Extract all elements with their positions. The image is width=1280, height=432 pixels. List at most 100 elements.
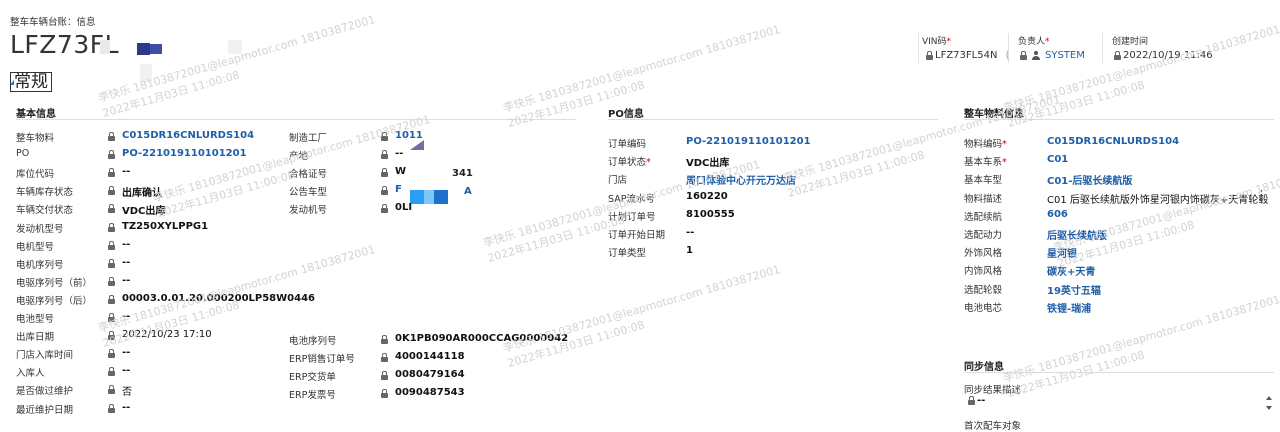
redaction-block (140, 64, 152, 82)
material-field-label: 物料编码* (964, 139, 1007, 150)
po-field-label: SAP流水号 (608, 193, 655, 205)
po-field-label: 订单状态* (608, 157, 651, 169)
material-field-value[interactable]: 铁锂-瑞浦 (1047, 300, 1091, 315)
redaction-block (100, 40, 110, 54)
lock-icon (108, 403, 115, 413)
lock-icon (108, 150, 115, 160)
basic-right-lower-field-label: ERP销售订单号 (289, 354, 355, 366)
lock-icon (381, 353, 388, 363)
basic-left-field-label: 车辆交付状态 (16, 205, 74, 217)
po-field-value: 8100555 (686, 208, 735, 220)
scroll-up-icon[interactable] (1266, 396, 1272, 400)
lock-icon (108, 294, 115, 304)
basic-left-field-label: 库位代码 (16, 169, 55, 181)
basic-right-field-label: 合格证号 (289, 169, 328, 181)
basic-left-field-label: 发动机型号 (16, 223, 64, 235)
basic-left-field-value: 00003.0.01.20.000200LP58W0446 (122, 292, 316, 304)
lock-icon (108, 240, 115, 250)
material-field-label: 电池电芯 (964, 302, 1003, 314)
basic-right-field-value: -- (395, 148, 404, 160)
basic-right-field-value: 0LI (395, 202, 413, 214)
header-separator (1102, 33, 1103, 63)
basic-left-field-value: -- (122, 238, 131, 250)
lock-icon (1114, 51, 1121, 60)
basic-left-field-value: -- (122, 365, 131, 377)
user-icon (1032, 51, 1040, 60)
watermark: 李快乐 18103872001@leapmotor.com 1810387200… (1001, 292, 1280, 401)
basic-left-field-value: -- (122, 401, 131, 413)
basic-left-field-value: TZ250XYLPPG1 (122, 220, 209, 232)
basic-right-lower-field-value: 0K1PB090AR000CCAG0000042 (395, 333, 569, 344)
section-divider (608, 119, 938, 120)
lock-icon (108, 367, 115, 377)
material-field-value[interactable]: C01 (1047, 154, 1068, 165)
redaction-block (410, 190, 424, 204)
basic-right-field-label: 发动机号 (289, 205, 328, 217)
material-field-label: 选配动力 (964, 230, 1003, 241)
basic-right-lower-field-value: 0080479164 (395, 369, 465, 381)
sync-result-label: 同步结果描述 (964, 385, 1022, 396)
header-vin-label: VIN码* (922, 37, 952, 47)
material-field-label: 物料描述 (964, 193, 1003, 205)
lock-icon (968, 396, 975, 405)
redaction-block (228, 40, 242, 54)
po-field-label: 计划订单号 (608, 211, 656, 223)
material-field-value[interactable]: C01-后驱长续航版 (1047, 172, 1132, 187)
basic-right-field-label: 公告车型 (289, 187, 328, 199)
basic-left-field-label: 整车物料 (16, 133, 55, 144)
po-field-label: 订单编码 (608, 139, 647, 150)
po-field-value[interactable]: PO-221019110101201 (686, 136, 811, 147)
basic-right-lower-field-value: 0090487543 (395, 387, 465, 399)
po-field-value: 160220 (686, 190, 728, 202)
basic-right-lower-field-label: ERP发票号 (289, 390, 336, 402)
section-title-sync: 同步信息 (964, 362, 1004, 373)
lock-icon (381, 335, 388, 344)
tab-general[interactable]: 常规 (10, 72, 52, 92)
lock-icon (108, 204, 115, 214)
basic-right-field-value[interactable]: F (395, 184, 402, 195)
material-field-label: 基本车型 (964, 175, 1003, 187)
header-owner-value[interactable]: SYSTEM (1020, 50, 1085, 61)
basic-right-field-value[interactable]: 1011 (395, 130, 423, 141)
lock-icon (381, 204, 388, 214)
basic-left-field-label: 电驱序列号（前） (16, 277, 93, 289)
material-field-value[interactable]: 星河银 (1047, 245, 1077, 260)
material-field-label: 基本车系* (964, 157, 1007, 169)
sync-first-target-label: 首次配车对象 (964, 421, 1022, 432)
material-field-label: 选配续航 (964, 211, 1003, 223)
scroll-down-icon[interactable] (1266, 406, 1272, 410)
lock-icon (108, 385, 115, 395)
redaction-block (150, 44, 162, 54)
sync-result-value: -- (968, 395, 985, 406)
material-field-value[interactable]: C015DR16CNLURDS104 (1047, 136, 1179, 147)
basic-left-field-value[interactable]: C015DR16CNLURDS104 (122, 130, 254, 141)
section-title-po: PO信息 (608, 109, 644, 120)
lock-icon (108, 132, 115, 141)
po-field-label: 订单开始日期 (608, 230, 666, 241)
po-field-value: VDC出库 (686, 158, 730, 170)
material-field-value[interactable]: 606 (1047, 209, 1068, 220)
basic-left-field-value: -- (122, 274, 131, 286)
lock-icon (1020, 51, 1027, 60)
basic-left-field-label: 车辆库存状态 (16, 187, 74, 199)
material-field-value[interactable]: 19英寸五辐 (1047, 282, 1101, 297)
more-options-icon[interactable]: ⋮ (1256, 188, 1267, 201)
basic-left-field-value[interactable]: PO-221019110101201 (122, 148, 247, 159)
basic-left-field-label: 是否做过维护 (16, 386, 74, 398)
basic-right-lower-field-value: 4000144118 (395, 351, 465, 363)
lock-icon (381, 389, 388, 399)
basic-left-field-label: PO (16, 148, 30, 160)
po-field-value[interactable]: 周口体验中心开元万达店 (686, 172, 796, 187)
lock-icon (108, 313, 115, 322)
section-divider (964, 372, 1274, 373)
redaction-block (424, 190, 434, 204)
redaction-block (410, 140, 424, 150)
material-field-value[interactable]: 碳灰+天青 (1047, 263, 1095, 278)
basic-right-field-value: W (395, 166, 407, 178)
partial-value-tail: 341 (452, 168, 473, 179)
material-field-value[interactable]: 后驱长续航版 (1047, 227, 1107, 242)
basic-left-field-label: 出库日期 (16, 332, 55, 344)
watermark: 李快乐 18103872001@leapmotor.com 1810387200… (96, 12, 377, 121)
basic-left-field-value: -- (122, 166, 131, 178)
lock-icon (381, 186, 388, 196)
